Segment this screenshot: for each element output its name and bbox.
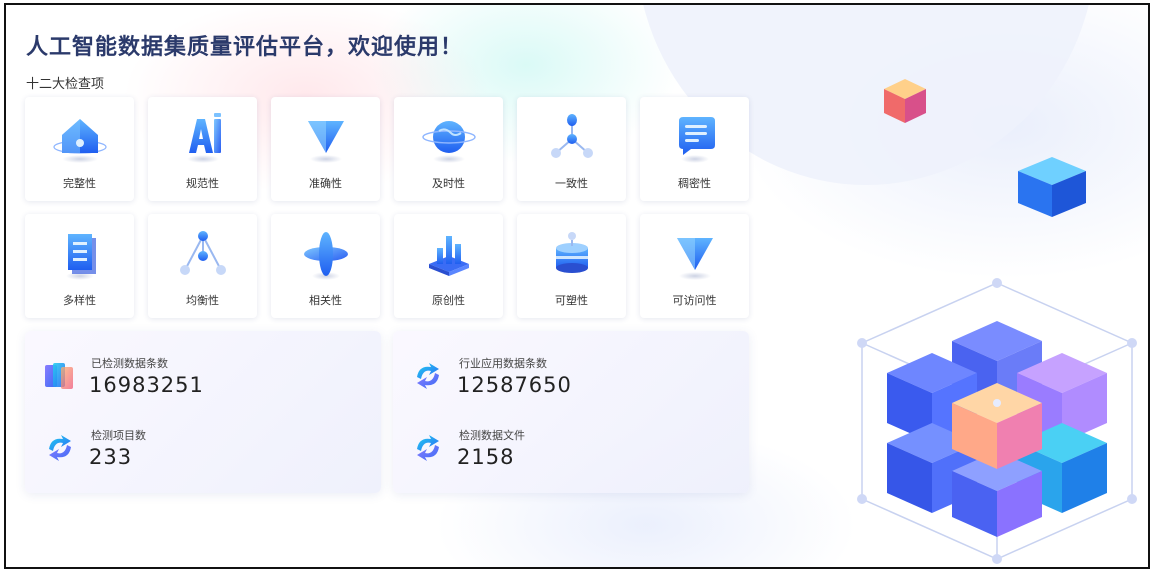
check-item-diversity[interactable]: 多样性 [25,214,134,318]
database-icon [555,232,588,273]
stat-value: 2158 [457,445,515,469]
check-item-plasticity[interactable]: 可塑性 [517,214,626,318]
check-item-originality[interactable]: 原创性 [394,214,503,318]
balance-icon [179,231,226,275]
molecule-icon [550,114,593,158]
stat-label: 检测项目数 [91,429,146,442]
check-item-label: 及时性 [432,177,465,190]
data-cards-icon [45,363,73,389]
document-icon [65,234,96,280]
check-item-label: 可塑性 [555,294,588,307]
stat-label: 已检测数据条数 [91,357,168,370]
section-title: 十二大检查项 [26,77,105,92]
stat-label: 行业应用数据条数 [459,357,547,370]
sync-icon [417,363,439,389]
triangle-icon [676,238,713,280]
small-cube-orange-decoration [884,79,926,123]
stats-panel-left: 已检测数据条数 16983251 检测项目数 233 [25,331,381,493]
check-item-accuracy[interactable]: 准确性 [271,97,380,201]
diamond-icon [303,232,348,280]
check-item-standardization[interactable]: 规范性 [148,97,257,201]
triangle-icon [307,121,344,163]
check-item-label: 多样性 [63,294,96,307]
sync-icon [417,435,439,461]
check-item-label: 稠密性 [678,177,711,190]
check-item-label: 均衡性 [186,294,219,307]
check-item-label: 完整性 [63,177,96,190]
check-items-grid: 完整性 规范性 准确性 及时性 一致性 稠密性 多样性 均衡性 相关性 原创性 … [25,97,751,318]
stat-value: 233 [89,445,133,469]
check-item-relevance[interactable]: 相关性 [271,214,380,318]
check-item-label: 准确性 [309,177,342,190]
house-icon [52,119,107,163]
globe-icon [421,121,476,163]
cube-cluster-illustration [857,278,1137,564]
check-item-density[interactable]: 稠密性 [640,97,749,201]
check-item-label: 原创性 [432,294,465,307]
check-item-balance[interactable]: 均衡性 [148,214,257,318]
blue-cube-decoration [1018,157,1086,217]
check-item-consistency[interactable]: 一致性 [517,97,626,201]
check-item-accessibility[interactable]: 可访问性 [640,214,749,318]
stat-value: 12587650 [457,373,572,397]
check-item-label: 规范性 [186,177,219,190]
check-item-timeliness[interactable]: 及时性 [394,97,503,201]
check-item-label: 一致性 [555,177,588,190]
ai-icon [186,113,221,163]
message-icon [678,117,715,163]
check-item-completeness[interactable]: 完整性 [25,97,134,201]
check-item-label: 可访问性 [672,294,717,307]
stat-value: 16983251 [89,373,204,397]
app-frame: 人工智能数据集质量评估平台，欢迎使用！ 十二大检查项 完整性 规范性 准确性 及… [4,3,1150,569]
check-item-label: 相关性 [309,294,342,307]
page-title: 人工智能数据集质量评估平台，欢迎使用！ [26,35,464,60]
stat-label: 检测数据文件 [459,429,525,442]
stats-panel-right: 行业应用数据条数 12587650 检测数据文件 2158 [393,331,749,493]
bars-icon [428,236,469,276]
sync-icon [49,435,71,461]
